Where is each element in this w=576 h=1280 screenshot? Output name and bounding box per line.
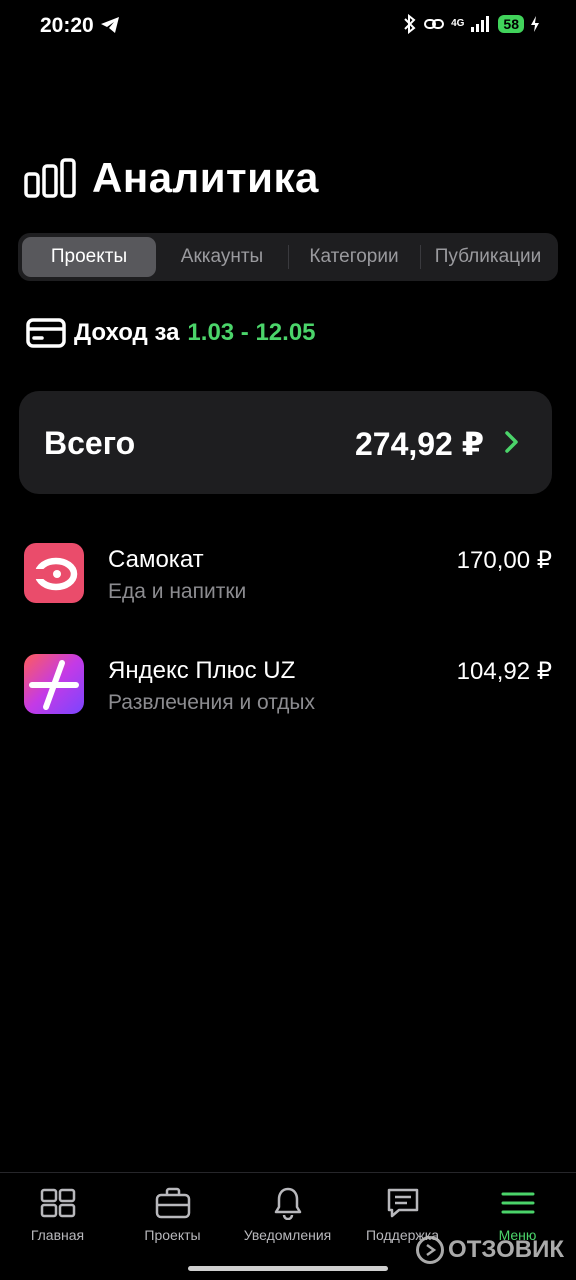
project-category: Еда и напитки bbox=[108, 580, 247, 603]
bar-chart-icon bbox=[24, 158, 76, 198]
chat-icon bbox=[387, 1188, 418, 1218]
project-amount: 170,00 ₽ bbox=[456, 547, 552, 574]
status-time: 20:20 bbox=[40, 14, 94, 37]
tab-categories[interactable]: Категории bbox=[290, 237, 418, 277]
nav-projects[interactable]: Проекты bbox=[115, 1173, 230, 1280]
charging-icon bbox=[531, 16, 539, 32]
page-title: Аналитика bbox=[92, 154, 319, 201]
card-icon bbox=[26, 318, 66, 348]
income-period-row[interactable]: Доход за 1.03 - 12.05 bbox=[26, 318, 316, 348]
income-label: Доход за bbox=[74, 319, 180, 346]
nav-label: Главная bbox=[30, 1227, 85, 1243]
telegram-icon bbox=[101, 17, 119, 33]
status-icons: 4G 58 bbox=[403, 14, 540, 34]
yandex-plus-logo-icon bbox=[24, 654, 84, 714]
battery-level: 58 bbox=[498, 15, 524, 33]
tab-publications[interactable]: Публикации bbox=[422, 237, 554, 277]
nav-home[interactable]: Главная bbox=[0, 1173, 115, 1280]
nav-notifications[interactable]: Уведомления bbox=[230, 1173, 345, 1280]
tab-divider bbox=[288, 245, 289, 269]
project-name: Яндекс Плюс UZ bbox=[108, 657, 296, 684]
status-bar: 20:20 4G 58 bbox=[0, 0, 576, 52]
home-indicator[interactable] bbox=[188, 1266, 388, 1271]
menu-icon bbox=[501, 1192, 534, 1214]
nav-label: Уведомления bbox=[243, 1227, 332, 1243]
total-value: 274,92 ₽ bbox=[354, 426, 484, 462]
network-type: 4G bbox=[451, 18, 465, 29]
grid-icon bbox=[40, 1188, 75, 1218]
samokat-logo-icon bbox=[24, 543, 84, 603]
bell-icon bbox=[274, 1187, 301, 1220]
segmented-tabs: Проекты Аккаунты Категории Публикации bbox=[18, 233, 558, 281]
page-header: Аналитика bbox=[24, 154, 319, 202]
tab-divider bbox=[420, 245, 421, 269]
bluetooth-icon bbox=[404, 14, 416, 34]
list-item[interactable]: Яндекс Плюс UZ Развлечения и отдых 104,9… bbox=[0, 654, 576, 724]
link-icon bbox=[424, 19, 445, 29]
tab-projects[interactable]: Проекты bbox=[22, 237, 156, 277]
project-category: Развлечения и отдых bbox=[108, 691, 315, 714]
project-amount: 104,92 ₽ bbox=[456, 658, 552, 685]
watermark-logo-icon bbox=[416, 1236, 445, 1264]
watermark: ОТЗОВИК bbox=[416, 1236, 564, 1264]
tab-accounts[interactable]: Аккаунты bbox=[158, 237, 286, 277]
income-period: 1.03 - 12.05 bbox=[187, 319, 316, 346]
chevron-right-icon bbox=[505, 431, 518, 453]
briefcase-icon bbox=[155, 1187, 190, 1219]
list-item[interactable]: Самокат Еда и напитки 170,00 ₽ bbox=[0, 543, 576, 613]
nav-label: Проекты bbox=[144, 1227, 201, 1243]
watermark-text: ОТЗОВИК bbox=[448, 1236, 564, 1263]
total-label: Всего bbox=[44, 425, 136, 461]
total-card[interactable]: Всего 274,92 ₽ bbox=[19, 391, 552, 494]
signal-icon bbox=[471, 16, 490, 32]
project-name: Самокат bbox=[108, 546, 204, 573]
